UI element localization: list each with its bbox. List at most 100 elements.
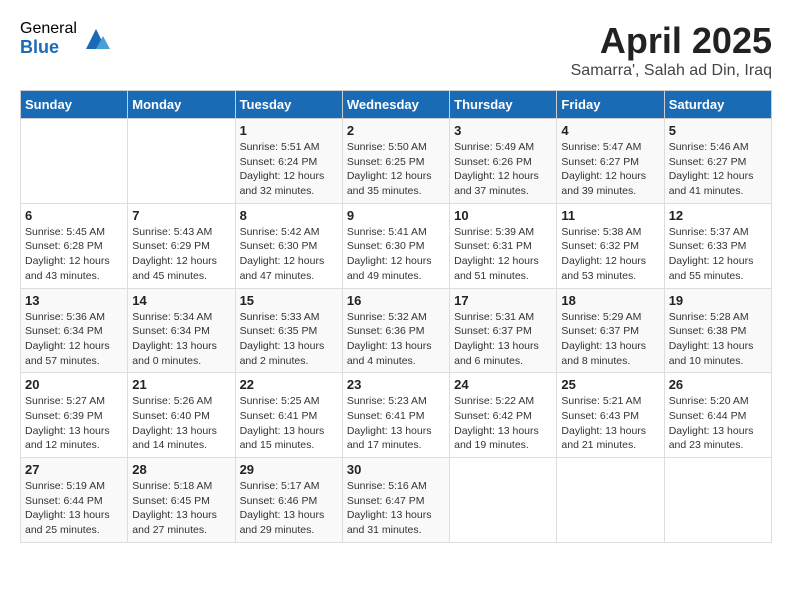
calendar-week-1: 1 Sunrise: 5:51 AM Sunset: 6:24 PM Daylig… bbox=[21, 119, 772, 204]
day-info: Sunrise: 5:31 AM Sunset: 6:37 PM Dayligh… bbox=[454, 310, 552, 369]
day-number: 22 bbox=[240, 377, 338, 392]
calendar-cell: 10 Sunrise: 5:39 AM Sunset: 6:31 PM Dayli… bbox=[450, 203, 557, 288]
day-info: Sunrise: 5:20 AM Sunset: 6:44 PM Dayligh… bbox=[669, 394, 767, 453]
day-number: 11 bbox=[561, 208, 659, 223]
calendar-cell: 21Sunrise: 5:26 AM Sunset: 6:40 PM Dayli… bbox=[128, 373, 235, 458]
day-info: Sunrise: 5:42 AM Sunset: 6:30 PM Dayligh… bbox=[240, 225, 338, 284]
day-info: Sunrise: 5:21 AM Sunset: 6:43 PM Dayligh… bbox=[561, 394, 659, 453]
month-title: April 2025 bbox=[571, 20, 772, 62]
day-number: 24 bbox=[454, 377, 552, 392]
calendar-cell: 2 Sunrise: 5:50 AM Sunset: 6:25 PM Daylig… bbox=[342, 119, 449, 204]
calendar-cell bbox=[664, 458, 771, 543]
day-number: 10 bbox=[454, 208, 552, 223]
logo-blue: Blue bbox=[20, 38, 77, 58]
day-info: Sunrise: 5:27 AM Sunset: 6:39 PM Dayligh… bbox=[25, 394, 123, 453]
day-info: Sunrise: 5:45 AM Sunset: 6:28 PM Dayligh… bbox=[25, 225, 123, 284]
logo-general: General bbox=[20, 20, 77, 38]
logo: General Blue bbox=[20, 20, 111, 57]
day-info: Sunrise: 5:47 AM Sunset: 6:27 PM Dayligh… bbox=[561, 140, 659, 199]
calendar-week-4: 20 Sunrise: 5:27 AM Sunset: 6:39 PM Dayli… bbox=[21, 373, 772, 458]
calendar-cell: 28Sunrise: 5:18 AM Sunset: 6:45 PM Dayli… bbox=[128, 458, 235, 543]
calendar-cell: 19 Sunrise: 5:28 AM Sunset: 6:38 PM Dayli… bbox=[664, 288, 771, 373]
day-info: Sunrise: 5:39 AM Sunset: 6:31 PM Dayligh… bbox=[454, 225, 552, 284]
calendar-cell: 1 Sunrise: 5:51 AM Sunset: 6:24 PM Daylig… bbox=[235, 119, 342, 204]
calendar-cell: 8 Sunrise: 5:42 AM Sunset: 6:30 PM Daylig… bbox=[235, 203, 342, 288]
day-info: Sunrise: 5:41 AM Sunset: 6:30 PM Dayligh… bbox=[347, 225, 445, 284]
day-info: Sunrise: 5:50 AM Sunset: 6:25 PM Dayligh… bbox=[347, 140, 445, 199]
day-number: 9 bbox=[347, 208, 445, 223]
header-sunday: Sunday bbox=[21, 91, 128, 119]
calendar-cell: 6 Sunrise: 5:45 AM Sunset: 6:28 PM Daylig… bbox=[21, 203, 128, 288]
day-number: 3 bbox=[454, 123, 552, 138]
calendar-week-2: 6 Sunrise: 5:45 AM Sunset: 6:28 PM Daylig… bbox=[21, 203, 772, 288]
calendar-cell: 26 Sunrise: 5:20 AM Sunset: 6:44 PM Dayli… bbox=[664, 373, 771, 458]
day-info: Sunrise: 5:38 AM Sunset: 6:32 PM Dayligh… bbox=[561, 225, 659, 284]
calendar-cell: 7 Sunrise: 5:43 AM Sunset: 6:29 PM Daylig… bbox=[128, 203, 235, 288]
calendar-cell: 16 Sunrise: 5:32 AM Sunset: 6:36 PM Dayli… bbox=[342, 288, 449, 373]
logo-icon bbox=[81, 24, 111, 54]
location: Samarra', Salah ad Din, Iraq bbox=[571, 62, 772, 80]
calendar-cell bbox=[450, 458, 557, 543]
calendar-cell: 5 Sunrise: 5:46 AM Sunset: 6:27 PM Daylig… bbox=[664, 119, 771, 204]
day-info: Sunrise: 5:25 AM Sunset: 6:41 PM Dayligh… bbox=[240, 394, 338, 453]
day-number: 15 bbox=[240, 293, 338, 308]
day-number: 5 bbox=[669, 123, 767, 138]
calendar-cell: 20 Sunrise: 5:27 AM Sunset: 6:39 PM Dayli… bbox=[21, 373, 128, 458]
day-info: Sunrise: 5:28 AM Sunset: 6:38 PM Dayligh… bbox=[669, 310, 767, 369]
day-number: 7 bbox=[132, 208, 230, 223]
day-info: Sunrise: 5:49 AM Sunset: 6:26 PM Dayligh… bbox=[454, 140, 552, 199]
calendar-cell: 4Sunrise: 5:47 AM Sunset: 6:27 PM Daylig… bbox=[557, 119, 664, 204]
header-monday: Monday bbox=[128, 91, 235, 119]
day-info: Sunrise: 5:26 AM Sunset: 6:40 PM Dayligh… bbox=[132, 394, 230, 453]
header-wednesday: Wednesday bbox=[342, 91, 449, 119]
day-number: 8 bbox=[240, 208, 338, 223]
calendar-cell: 17Sunrise: 5:31 AM Sunset: 6:37 PM Dayli… bbox=[450, 288, 557, 373]
day-number: 2 bbox=[347, 123, 445, 138]
day-info: Sunrise: 5:43 AM Sunset: 6:29 PM Dayligh… bbox=[132, 225, 230, 284]
calendar-cell: 23Sunrise: 5:23 AM Sunset: 6:41 PM Dayli… bbox=[342, 373, 449, 458]
calendar-cell: 24 Sunrise: 5:22 AM Sunset: 6:42 PM Dayli… bbox=[450, 373, 557, 458]
calendar-cell: 15 Sunrise: 5:33 AM Sunset: 6:35 PM Dayli… bbox=[235, 288, 342, 373]
calendar-cell: 29Sunrise: 5:17 AM Sunset: 6:46 PM Dayli… bbox=[235, 458, 342, 543]
calendar-cell: 13Sunrise: 5:36 AM Sunset: 6:34 PM Dayli… bbox=[21, 288, 128, 373]
day-info: Sunrise: 5:36 AM Sunset: 6:34 PM Dayligh… bbox=[25, 310, 123, 369]
calendar-cell: 22 Sunrise: 5:25 AM Sunset: 6:41 PM Dayli… bbox=[235, 373, 342, 458]
day-number: 30 bbox=[347, 462, 445, 477]
logo-text: General Blue bbox=[20, 20, 77, 57]
day-number: 29 bbox=[240, 462, 338, 477]
day-number: 19 bbox=[669, 293, 767, 308]
header-thursday: Thursday bbox=[450, 91, 557, 119]
day-number: 14 bbox=[132, 293, 230, 308]
day-info: Sunrise: 5:29 AM Sunset: 6:37 PM Dayligh… bbox=[561, 310, 659, 369]
calendar-cell: 30Sunrise: 5:16 AM Sunset: 6:47 PM Dayli… bbox=[342, 458, 449, 543]
day-info: Sunrise: 5:51 AM Sunset: 6:24 PM Dayligh… bbox=[240, 140, 338, 199]
calendar-cell: 14 Sunrise: 5:34 AM Sunset: 6:34 PM Dayli… bbox=[128, 288, 235, 373]
day-number: 6 bbox=[25, 208, 123, 223]
calendar-cell: 3 Sunrise: 5:49 AM Sunset: 6:26 PM Daylig… bbox=[450, 119, 557, 204]
calendar-cell: 12Sunrise: 5:37 AM Sunset: 6:33 PM Dayli… bbox=[664, 203, 771, 288]
day-info: Sunrise: 5:22 AM Sunset: 6:42 PM Dayligh… bbox=[454, 394, 552, 453]
day-number: 25 bbox=[561, 377, 659, 392]
day-number: 16 bbox=[347, 293, 445, 308]
calendar-cell: 25 Sunrise: 5:21 AM Sunset: 6:43 PM Dayli… bbox=[557, 373, 664, 458]
day-info: Sunrise: 5:19 AM Sunset: 6:44 PM Dayligh… bbox=[25, 479, 123, 538]
day-info: Sunrise: 5:46 AM Sunset: 6:27 PM Dayligh… bbox=[669, 140, 767, 199]
calendar-cell bbox=[557, 458, 664, 543]
calendar-week-3: 13Sunrise: 5:36 AM Sunset: 6:34 PM Dayli… bbox=[21, 288, 772, 373]
day-number: 18 bbox=[561, 293, 659, 308]
day-number: 23 bbox=[347, 377, 445, 392]
day-number: 20 bbox=[25, 377, 123, 392]
day-number: 1 bbox=[240, 123, 338, 138]
calendar-header-row: SundayMondayTuesdayWednesdayThursdayFrid… bbox=[21, 91, 772, 119]
day-number: 26 bbox=[669, 377, 767, 392]
calendar-table: SundayMondayTuesdayWednesdayThursdayFrid… bbox=[20, 90, 772, 543]
calendar-cell bbox=[21, 119, 128, 204]
day-info: Sunrise: 5:34 AM Sunset: 6:34 PM Dayligh… bbox=[132, 310, 230, 369]
day-info: Sunrise: 5:32 AM Sunset: 6:36 PM Dayligh… bbox=[347, 310, 445, 369]
calendar-cell: 9 Sunrise: 5:41 AM Sunset: 6:30 PM Daylig… bbox=[342, 203, 449, 288]
header-saturday: Saturday bbox=[664, 91, 771, 119]
day-info: Sunrise: 5:33 AM Sunset: 6:35 PM Dayligh… bbox=[240, 310, 338, 369]
calendar-cell: 18 Sunrise: 5:29 AM Sunset: 6:37 PM Dayli… bbox=[557, 288, 664, 373]
title-section: April 2025 Samarra', Salah ad Din, Iraq bbox=[571, 20, 772, 80]
day-number: 28 bbox=[132, 462, 230, 477]
